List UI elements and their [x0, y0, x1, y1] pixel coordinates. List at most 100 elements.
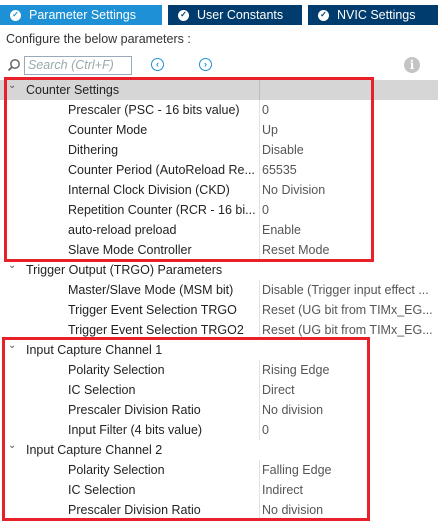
- column-divider: [259, 300, 260, 320]
- parameter-name: Polarity Selection: [68, 463, 165, 477]
- column-divider: [259, 100, 260, 120]
- parameter-value[interactable]: 0: [262, 100, 434, 120]
- column-divider: [259, 120, 260, 140]
- group-header[interactable]: ⌄ Trigger Output (TRGO) Parameters: [0, 260, 438, 280]
- group-header[interactable]: ⌄ Counter Settings: [0, 80, 438, 100]
- info-icon[interactable]: i: [404, 57, 420, 73]
- parameter-value[interactable]: No division: [262, 400, 434, 420]
- parameter-name: auto-reload preload: [68, 223, 177, 237]
- group-header[interactable]: ⌄ Input Capture Channel 2: [0, 440, 438, 460]
- column-divider: [259, 240, 260, 260]
- parameter-name: Prescaler Division Ratio: [68, 503, 201, 517]
- parameter-row[interactable]: Trigger Event Selection TRGO Reset (UG bi…: [0, 300, 438, 320]
- parameter-value[interactable]: Enable: [262, 220, 434, 240]
- check-icon: ✓: [10, 9, 21, 21]
- column-divider: [259, 200, 260, 220]
- search-icon: [7, 59, 20, 72]
- column-divider: [259, 220, 260, 240]
- column-divider: [259, 280, 260, 300]
- parameter-name: Polarity Selection: [68, 363, 165, 377]
- parameter-name: Counter Period (AutoReload Re...: [68, 163, 255, 177]
- parameter-row[interactable]: Polarity Selection Rising Edge: [0, 360, 438, 380]
- chevron-down-icon[interactable]: ⌄: [8, 336, 20, 356]
- search-toolbar: Search (Ctrl+F) ‹ › i: [0, 55, 438, 77]
- parameter-value[interactable]: Reset (UG bit from TIMx_EG...: [262, 320, 434, 340]
- parameter-value[interactable]: Rising Edge: [262, 360, 434, 380]
- parameter-name: IC Selection: [68, 383, 136, 397]
- chevron-down-icon[interactable]: ⌄: [8, 436, 20, 456]
- group-name: Input Capture Channel 2: [26, 443, 163, 457]
- parameter-value[interactable]: No division: [262, 500, 434, 520]
- chevron-down-icon[interactable]: ⌄: [8, 76, 20, 96]
- parameter-value[interactable]: Falling Edge: [262, 460, 434, 480]
- parameter-row[interactable]: auto-reload preload Enable: [0, 220, 438, 240]
- tab-bar: ✓ Parameter Settings ✓ User Constants ✓ …: [0, 0, 438, 28]
- tab-nvic-settings[interactable]: ✓ NVIC Settings: [308, 5, 438, 25]
- search-input[interactable]: Search (Ctrl+F): [24, 56, 132, 75]
- parameter-value[interactable]: No Division: [262, 180, 434, 200]
- parameter-value[interactable]: Indirect: [262, 480, 434, 500]
- group-name: Input Capture Channel 1: [26, 343, 163, 357]
- check-icon: ✓: [178, 9, 189, 21]
- parameter-value[interactable]: 0: [262, 420, 434, 440]
- parameter-name: Trigger Event Selection TRGO2: [68, 323, 244, 337]
- search-previous-icon[interactable]: ‹: [151, 58, 164, 71]
- column-divider: [259, 460, 260, 480]
- check-icon: ✓: [318, 9, 329, 21]
- tab-parameter-settings[interactable]: ✓ Parameter Settings: [0, 5, 162, 25]
- parameter-value[interactable]: 65535: [262, 160, 434, 180]
- configure-label: Configure the below parameters :: [6, 32, 191, 46]
- parameter-row[interactable]: Slave Mode Controller Reset Mode: [0, 240, 438, 260]
- parameter-row[interactable]: Trigger Event Selection TRGO2 Reset (UG b…: [0, 320, 438, 340]
- column-divider: [259, 80, 260, 100]
- parameter-row[interactable]: Counter Period (AutoReload Re... 65535: [0, 160, 438, 180]
- group-name: Counter Settings: [26, 83, 120, 97]
- parameter-name: Trigger Event Selection TRGO: [68, 303, 237, 317]
- parameter-name: Dithering: [68, 143, 119, 157]
- parameter-name: Counter Mode: [68, 123, 148, 137]
- parameter-row[interactable]: IC Selection Direct: [0, 380, 438, 400]
- parameter-value[interactable]: Up: [262, 120, 434, 140]
- column-divider: [259, 380, 260, 400]
- column-divider: [259, 360, 260, 380]
- parameter-row[interactable]: Prescaler Division Ratio No division: [0, 400, 438, 420]
- parameter-row[interactable]: Prescaler (PSC - 16 bits value) 0: [0, 100, 438, 120]
- parameter-tree: ⌄ Counter Settings Prescaler (PSC - 16 bit…: [0, 80, 438, 520]
- parameter-row[interactable]: Internal Clock Division (CKD) No Division: [0, 180, 438, 200]
- parameter-row[interactable]: Master/Slave Mode (MSM bit) Disable (Trig…: [0, 280, 438, 300]
- parameter-row[interactable]: Prescaler Division Ratio No division: [0, 500, 438, 520]
- column-divider: [259, 160, 260, 180]
- parameter-name: Prescaler (PSC - 16 bits value): [68, 103, 240, 117]
- tab-label: Parameter Settings: [29, 8, 136, 22]
- parameter-name: Internal Clock Division (CKD): [68, 183, 230, 197]
- tab-user-constants[interactable]: ✓ User Constants: [168, 5, 302, 25]
- search-next-icon[interactable]: ›: [199, 58, 212, 71]
- parameter-value[interactable]: Disable: [262, 140, 434, 160]
- chevron-down-icon[interactable]: ⌄: [8, 256, 20, 276]
- group-header[interactable]: ⌄ Input Capture Channel 1: [0, 340, 438, 360]
- parameter-row[interactable]: IC Selection Indirect: [0, 480, 438, 500]
- parameter-name: Input Filter (4 bits value): [68, 423, 203, 437]
- parameter-value[interactable]: Disable (Trigger input effect ...: [262, 280, 434, 300]
- parameter-row[interactable]: Counter Mode Up: [0, 120, 438, 140]
- column-divider: [259, 480, 260, 500]
- tab-label: User Constants: [197, 8, 284, 22]
- parameter-name: Repetition Counter (RCR - 16 bi...: [68, 203, 256, 217]
- parameter-row[interactable]: Repetition Counter (RCR - 16 bi... 0: [0, 200, 438, 220]
- parameter-name: Master/Slave Mode (MSM bit): [68, 283, 234, 297]
- parameter-row[interactable]: Input Filter (4 bits value) 0: [0, 420, 438, 440]
- parameter-row[interactable]: Polarity Selection Falling Edge: [0, 460, 438, 480]
- parameter-value[interactable]: Direct: [262, 380, 434, 400]
- parameter-name: Prescaler Division Ratio: [68, 403, 201, 417]
- parameter-value[interactable]: Reset Mode: [262, 240, 434, 260]
- column-divider: [259, 320, 260, 340]
- parameter-value[interactable]: 0: [262, 200, 434, 220]
- column-divider: [259, 400, 260, 420]
- parameter-row[interactable]: Dithering Disable: [0, 140, 438, 160]
- column-divider: [259, 180, 260, 200]
- parameter-name: IC Selection: [68, 483, 136, 497]
- parameter-name: Slave Mode Controller: [68, 243, 192, 257]
- parameter-value[interactable]: Reset (UG bit from TIMx_EG...: [262, 300, 434, 320]
- tab-label: NVIC Settings: [337, 8, 416, 22]
- column-divider: [259, 420, 260, 440]
